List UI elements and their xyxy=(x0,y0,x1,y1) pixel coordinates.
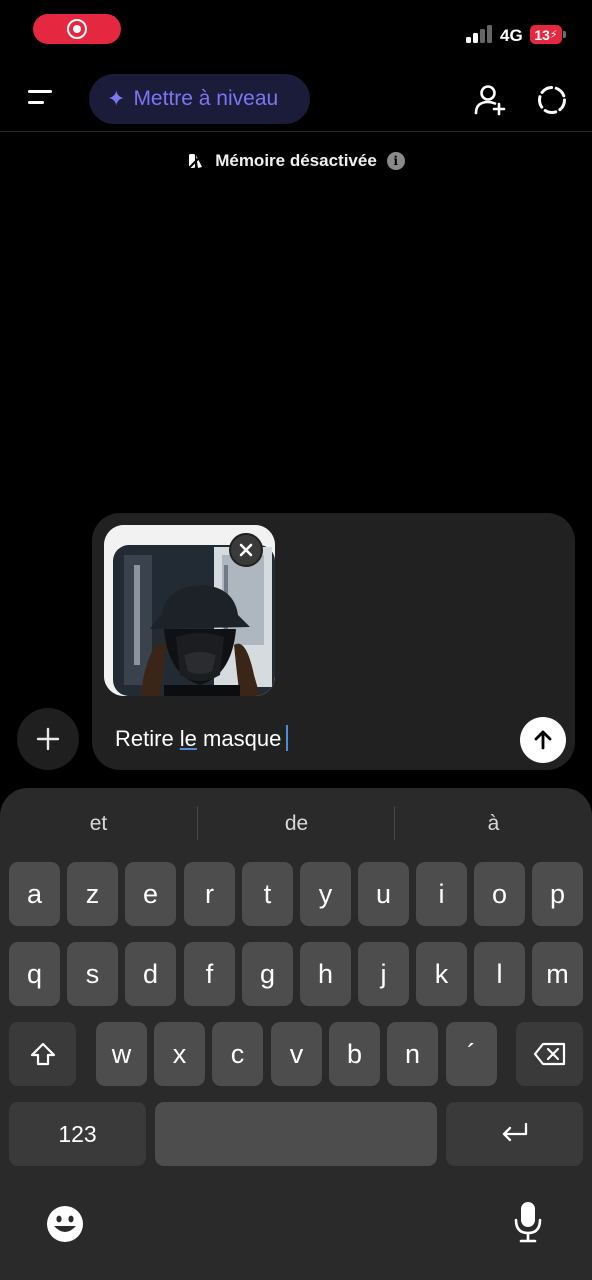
return-key[interactable] xyxy=(446,1102,583,1166)
close-icon xyxy=(239,543,253,557)
key[interactable]: s xyxy=(67,942,118,1006)
key[interactable]: c xyxy=(212,1022,263,1086)
memory-status-banner: Mémoire désactivée i xyxy=(0,146,592,176)
key[interactable]: f xyxy=(184,942,235,1006)
arrow-up-icon xyxy=(534,730,552,750)
dashed-circle-icon[interactable] xyxy=(534,82,570,118)
message-composer[interactable]: Retire le masque xyxy=(92,513,575,770)
key[interactable]: b xyxy=(329,1022,380,1086)
message-text-part: Retire xyxy=(115,726,180,751)
delete-key[interactable] xyxy=(516,1022,583,1086)
on-screen-keyboard: et de à a z e r t y u i o p q s d f g h … xyxy=(0,788,592,1280)
add-attachment-button[interactable] xyxy=(17,708,79,770)
sparkle-icon: ✦ xyxy=(107,86,126,111)
info-icon[interactable]: i xyxy=(386,152,405,170)
shift-key[interactable] xyxy=(9,1022,76,1086)
plus-icon xyxy=(36,727,60,751)
network-type: 4G xyxy=(500,26,523,45)
battery-level: 13 xyxy=(534,26,550,43)
message-text-underlined: le xyxy=(179,726,197,751)
upgrade-button[interactable]: ✦ Mettre à niveau xyxy=(89,74,310,124)
cellular-signal-icon xyxy=(466,25,494,43)
key[interactable]: r xyxy=(184,862,235,926)
screen-recording-indicator[interactable] xyxy=(33,14,121,44)
app-header: ✦ Mettre à niveau xyxy=(0,62,592,132)
suggestion-1[interactable]: et xyxy=(0,806,197,842)
key[interactable]: v xyxy=(271,1022,322,1086)
key[interactable]: z xyxy=(67,862,118,926)
emoji-key[interactable] xyxy=(43,1202,87,1246)
menu-icon[interactable] xyxy=(24,84,60,114)
backspace-icon xyxy=(533,1042,565,1066)
key[interactable]: o xyxy=(474,862,525,926)
key[interactable]: u xyxy=(358,862,409,926)
emoji-icon xyxy=(47,1206,83,1242)
record-icon xyxy=(67,19,87,39)
add-person-icon[interactable] xyxy=(472,82,508,118)
remove-attachment-button[interactable] xyxy=(229,533,263,567)
key[interactable]: k xyxy=(416,942,467,1006)
message-text-part: masque xyxy=(196,726,282,751)
key[interactable]: ´ xyxy=(446,1022,497,1086)
message-input[interactable]: Retire le masque xyxy=(115,725,289,752)
key[interactable]: t xyxy=(242,862,293,926)
key[interactable]: g xyxy=(242,942,293,1006)
key[interactable]: d xyxy=(125,942,176,1006)
suggestion-3[interactable]: à xyxy=(395,806,592,842)
upgrade-label: Mettre à niveau xyxy=(133,87,279,110)
dictation-key[interactable] xyxy=(506,1200,550,1244)
suggestion-2[interactable]: de xyxy=(198,806,395,842)
key[interactable]: w xyxy=(96,1022,147,1086)
key[interactable]: i xyxy=(416,862,467,926)
return-icon xyxy=(502,1122,527,1142)
key[interactable]: m xyxy=(532,942,583,1006)
microphone-icon xyxy=(514,1202,542,1243)
key[interactable]: x xyxy=(154,1022,205,1086)
send-button[interactable] xyxy=(520,717,566,763)
numbers-key[interactable]: 123 xyxy=(9,1102,146,1166)
key[interactable]: j xyxy=(358,942,409,1006)
memory-off-icon xyxy=(188,153,204,169)
key[interactable]: a xyxy=(9,862,60,926)
key[interactable]: q xyxy=(9,942,60,1006)
shift-icon xyxy=(30,1042,55,1066)
key[interactable]: h xyxy=(300,942,351,1006)
key[interactable]: l xyxy=(474,942,525,1006)
text-caret xyxy=(286,725,289,751)
memory-status-label: Mémoire désactivée xyxy=(215,151,377,170)
space-key[interactable] xyxy=(155,1102,437,1166)
key[interactable]: y xyxy=(300,862,351,926)
battery-icon: 13 ⚡ xyxy=(530,25,566,44)
key[interactable]: n xyxy=(387,1022,438,1086)
key[interactable]: e xyxy=(125,862,176,926)
status-bar: 4G 13 ⚡ xyxy=(0,0,592,62)
key[interactable]: p xyxy=(532,862,583,926)
